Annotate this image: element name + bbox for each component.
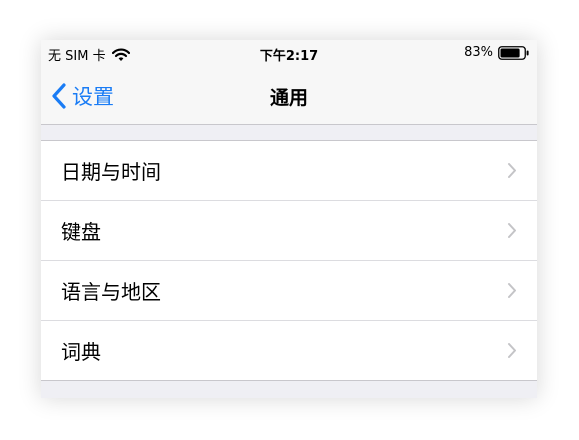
settings-item-keyboard[interactable]: 键盘 — [41, 200, 537, 260]
settings-item-label: 词典 — [61, 340, 101, 364]
navigation-bar: 设置 通用 — [41, 68, 537, 125]
battery-group: 83% — [464, 45, 530, 60]
chevron-right-icon — [508, 283, 516, 298]
status-bar: 无 SIM 卡 下午2:17 83% — [41, 40, 537, 68]
phone-screen: 无 SIM 卡 下午2:17 83% 设置 通用 日期与时间 键盘 语言与地区 … — [41, 40, 537, 398]
status-time: 下午2:17 — [259, 49, 319, 64]
chevron-right-icon — [508, 163, 516, 178]
settings-item-label: 日期与时间 — [61, 160, 161, 184]
battery-icon — [498, 45, 530, 60]
page-title: 通用 — [269, 87, 308, 109]
settings-list: 日期与时间 键盘 语言与地区 词典 — [41, 140, 537, 381]
settings-item-language-region[interactable]: 语言与地区 — [41, 260, 537, 320]
screenshot-canvas: 无 SIM 卡 下午2:17 83% 设置 通用 日期与时间 键盘 语言与地区 … — [0, 0, 579, 440]
chevron-right-icon — [508, 343, 516, 358]
settings-item-label: 语言与地区 — [61, 280, 161, 304]
battery-percent: 83% — [464, 45, 493, 60]
settings-item-dictionary[interactable]: 词典 — [41, 320, 537, 380]
settings-item-date-time[interactable]: 日期与时间 — [41, 141, 537, 200]
chevron-right-icon — [508, 223, 516, 238]
settings-item-label: 键盘 — [61, 220, 101, 244]
